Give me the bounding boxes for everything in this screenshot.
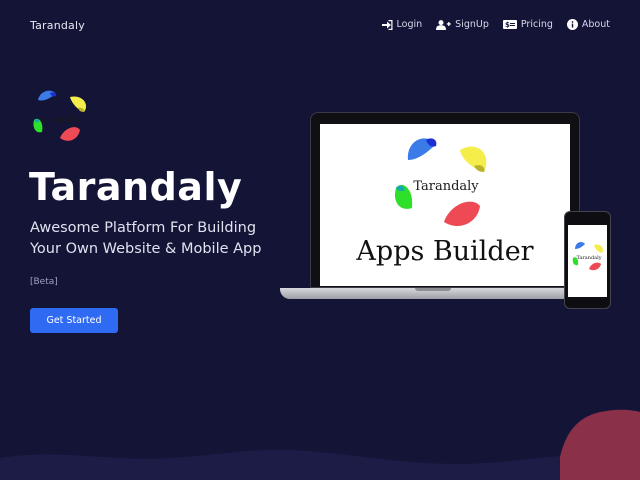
wave-red-shape bbox=[556, 409, 640, 480]
logo-text: Tarandaly bbox=[41, 115, 82, 124]
nav-label-login: Login bbox=[396, 19, 423, 30]
hero-subtitle: Awesome Platform For Building Your Own W… bbox=[30, 220, 262, 257]
bottom-wave-decoration bbox=[0, 409, 640, 480]
nav-item-pricing[interactable]: $ Pricing bbox=[502, 19, 553, 30]
phone-mockup: Tarandaly bbox=[564, 211, 611, 309]
phone-screen-logo: Tarandaly bbox=[572, 241, 603, 271]
phone-screen: Tarandaly bbox=[568, 225, 607, 297]
beta-badge: [Beta] bbox=[30, 277, 58, 287]
laptop-mockup: Tarandaly Apps Builder bbox=[280, 112, 580, 302]
nav-item-signup[interactable]: SignUp bbox=[436, 19, 489, 30]
tarandaly-logo: Tarandaly bbox=[33, 90, 87, 141]
nav-item-about[interactable]: About bbox=[566, 19, 610, 30]
svg-text:$: $ bbox=[505, 21, 510, 29]
top-nav: Login SignUp $ Pricing About bbox=[381, 19, 610, 30]
nav-label-signup: SignUp bbox=[455, 19, 489, 30]
screen-logo-text: Tarandaly bbox=[413, 179, 479, 194]
nav-label-about: About bbox=[581, 19, 610, 30]
nav-item-login[interactable]: Login bbox=[381, 19, 423, 30]
logo-red-petal bbox=[60, 127, 80, 141]
info-icon bbox=[566, 19, 578, 30]
phone-logo-yellow-petal bbox=[594, 244, 603, 253]
dollar-bill-icon: $ bbox=[502, 20, 517, 29]
user-plus-icon bbox=[436, 19, 451, 30]
laptop-screen-logo: Tarandaly bbox=[394, 138, 487, 227]
login-icon bbox=[381, 19, 393, 30]
phone-logo-blue-petal bbox=[575, 241, 585, 249]
wave-dark-shape bbox=[0, 449, 560, 480]
laptop-screen: Tarandaly Apps Builder bbox=[320, 124, 570, 286]
phone-logo-red-petal bbox=[589, 262, 601, 271]
phone-logo-text: Tarandaly bbox=[576, 255, 601, 261]
laptop-bezel: Tarandaly Apps Builder bbox=[310, 112, 580, 288]
landing-page: Tarandaly Login SignUp $ Pricing About T… bbox=[0, 0, 640, 480]
get-started-button[interactable]: Get Started bbox=[30, 308, 118, 333]
screen-logo-red-petal bbox=[444, 201, 480, 227]
nav-label-pricing: Pricing bbox=[520, 19, 553, 30]
hero-title: Tarandaly bbox=[29, 165, 243, 209]
laptop-notch bbox=[415, 288, 451, 291]
apps-builder-caption: Apps Builder bbox=[356, 236, 534, 267]
brand-name[interactable]: Tarandaly bbox=[30, 19, 85, 32]
